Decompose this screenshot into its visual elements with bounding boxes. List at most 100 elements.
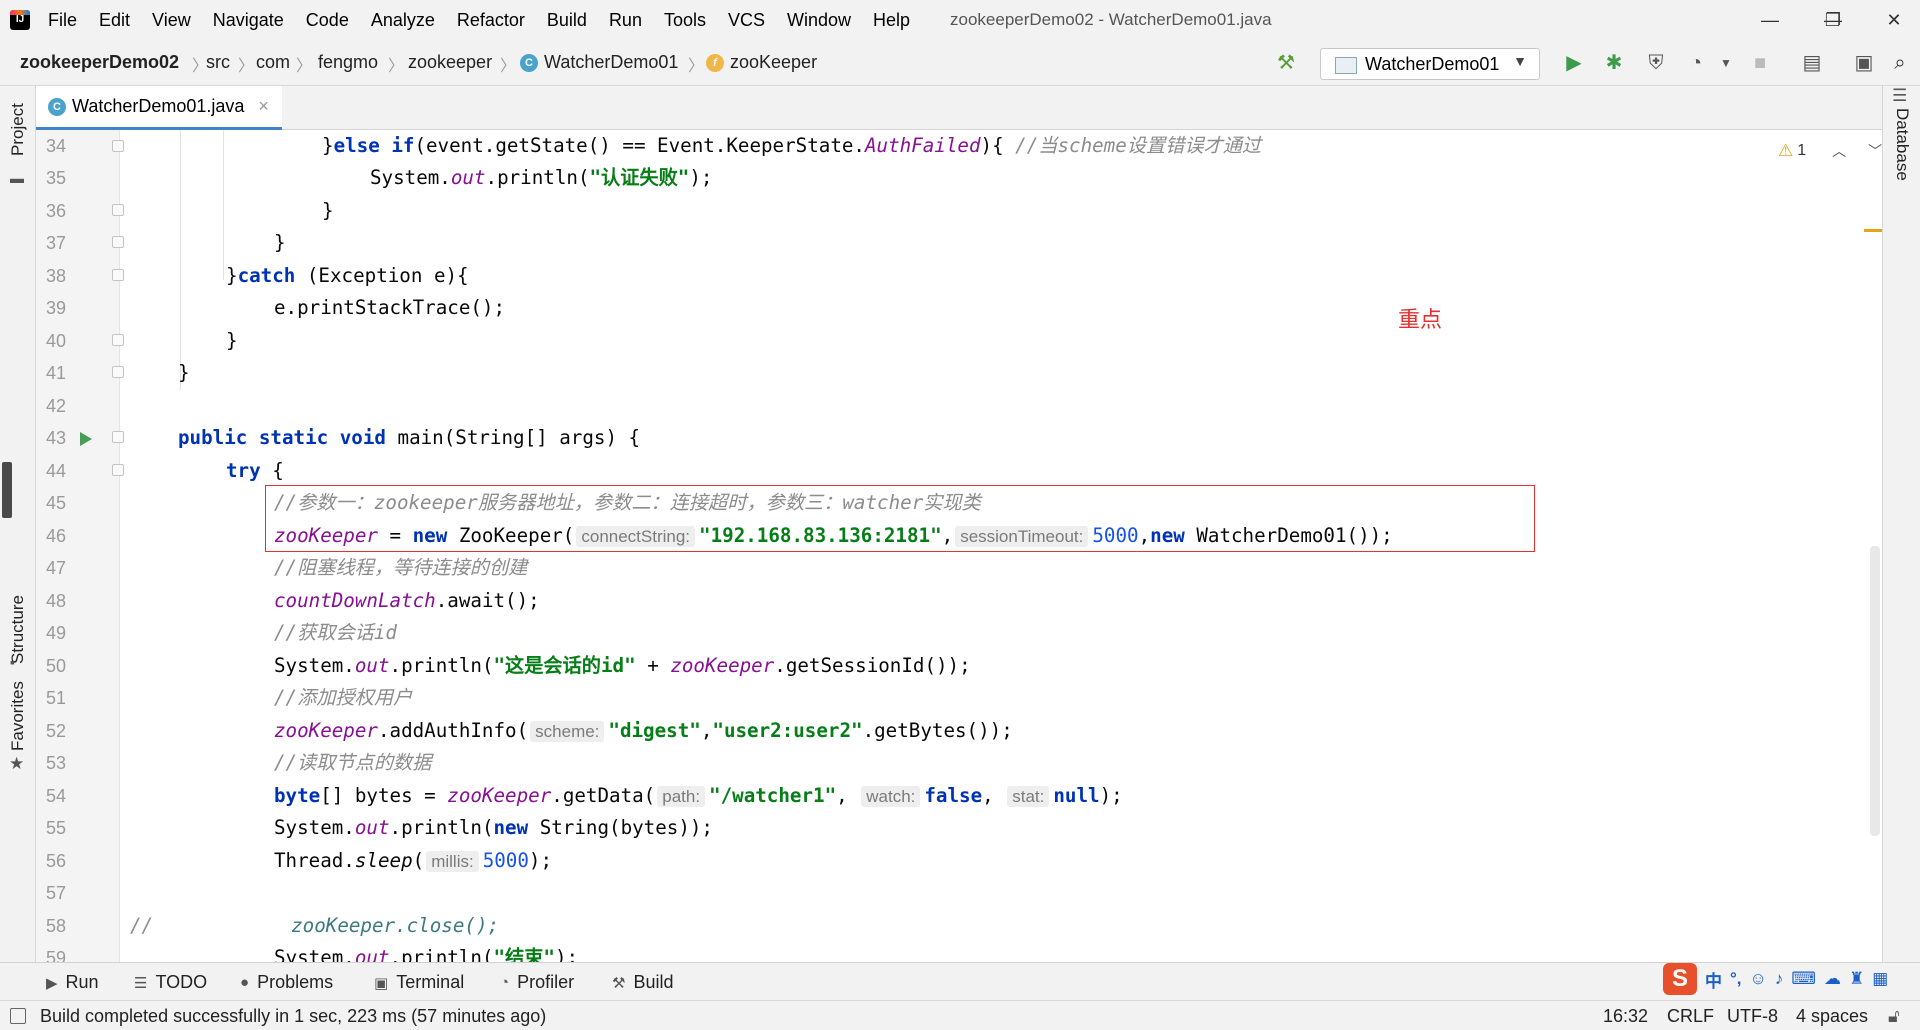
favorites-tool-button[interactable]: Favorites bbox=[8, 681, 28, 751]
code-line-39: e.printStackTrace(); bbox=[121, 292, 1882, 324]
profiler-tool-button[interactable]: ◔ Profiler bbox=[500, 972, 574, 993]
ime-toolbar[interactable]: S 中 °, ☺ ♪ ⌨ ☁ ♜ ▦ bbox=[1663, 960, 1920, 998]
code-comment: //阻塞线程，等待连接的创建 bbox=[274, 556, 528, 579]
caret-position[interactable]: 16:32 bbox=[1603, 1006, 1648, 1027]
breadcrumb-project[interactable]: zookeeperDemo02 bbox=[20, 52, 179, 73]
menu-help[interactable]: Help bbox=[873, 10, 910, 31]
status-frame-icon[interactable] bbox=[10, 1008, 26, 1024]
microphone-icon[interactable]: ♪ bbox=[1775, 969, 1784, 989]
menu-code[interactable]: Code bbox=[306, 10, 349, 31]
menu-refactor[interactable]: Refactor bbox=[457, 10, 525, 31]
parameter-hint: path: bbox=[657, 786, 706, 807]
skin-icon[interactable]: ☁ bbox=[1824, 969, 1841, 989]
vertical-scrollbar[interactable] bbox=[1870, 546, 1880, 836]
menu-run[interactable]: Run bbox=[609, 10, 642, 31]
menu-window[interactable]: Window bbox=[787, 10, 851, 31]
code-line-58: // zooKeeper.close(); bbox=[121, 910, 1882, 942]
breadcrumb-zookeeper[interactable]: zookeeper bbox=[408, 52, 492, 73]
build-tool-label: Build bbox=[633, 972, 674, 992]
maximize-button[interactable]: ❐ bbox=[1817, 6, 1849, 34]
code-token: out bbox=[450, 166, 486, 189]
code-token: System. bbox=[274, 946, 355, 962]
todo-tool-label: TODO bbox=[155, 972, 208, 992]
punctuation-icon[interactable]: °, bbox=[1730, 969, 1742, 989]
debug-icon[interactable]: ✱ bbox=[1602, 52, 1626, 74]
menu-edit[interactable]: Edit bbox=[99, 10, 130, 31]
menu-tools[interactable]: Tools bbox=[664, 10, 706, 31]
previous-highlight-icon[interactable]: ︿ bbox=[1832, 141, 1846, 161]
project-structure-icon[interactable]: ▤ bbox=[1800, 52, 1824, 74]
indent-setting[interactable]: 4 spaces bbox=[1796, 1006, 1868, 1027]
line-numbers bbox=[36, 130, 120, 962]
highlight-box bbox=[265, 485, 1535, 552]
run-anything-icon[interactable]: ▣ bbox=[1852, 52, 1876, 74]
grid-icon[interactable]: ▦ bbox=[1872, 969, 1888, 989]
search-icon[interactable]: ⌕ bbox=[1888, 52, 1912, 74]
breadcrumb-separator-icon: 〉 bbox=[688, 58, 705, 75]
tab-watcherdemo01[interactable]: C WatcherDemo01.java × bbox=[36, 86, 282, 130]
breadcrumb-src[interactable]: src bbox=[206, 52, 230, 73]
keyboard-icon[interactable]: ⌨ bbox=[1791, 969, 1816, 989]
breadcrumb-class[interactable]: C WatcherDemo01 bbox=[520, 52, 678, 73]
hammer-icon: ⚒ bbox=[612, 974, 626, 992]
stop-icon[interactable]: ■ bbox=[1748, 52, 1772, 74]
code-token: zooKeeper bbox=[274, 719, 378, 742]
code-string: "认证失败" bbox=[589, 166, 690, 189]
breadcrumb-fengmo[interactable]: fengmo bbox=[318, 52, 378, 73]
emoji-icon[interactable]: ☺ bbox=[1750, 969, 1767, 989]
run-configuration-select[interactable]: WatcherDemo01 ▼ bbox=[1320, 48, 1540, 80]
code-comment: //添加授权用户 bbox=[274, 686, 413, 709]
error-stripe-marker[interactable] bbox=[1864, 229, 1882, 232]
database-tool-button[interactable]: Database bbox=[1892, 108, 1912, 181]
inspection-widget[interactable]: ⚠ 1 ︿ ﹀ bbox=[1778, 141, 1882, 161]
code-string: "/watcher1" bbox=[709, 784, 837, 807]
breadcrumb-com[interactable]: com bbox=[256, 52, 290, 73]
next-highlight-icon[interactable]: ﹀ bbox=[1868, 141, 1882, 161]
status-bar: Build completed successfully in 1 sec, 2… bbox=[0, 1000, 1920, 1030]
menu-analyze[interactable]: Analyze bbox=[371, 10, 435, 31]
project-tool-button[interactable]: Project bbox=[8, 103, 28, 156]
code-token: System. bbox=[274, 816, 355, 839]
file-encoding[interactable]: UTF-8 bbox=[1727, 1006, 1778, 1027]
run-icon[interactable]: ▶ bbox=[1562, 52, 1586, 74]
problems-icon: ● bbox=[240, 974, 250, 991]
code-token: e.printStackTrace(); bbox=[274, 296, 506, 319]
menu-navigate[interactable]: Navigate bbox=[213, 10, 284, 31]
shirt-icon[interactable]: ♜ bbox=[1849, 969, 1864, 989]
code-token: } bbox=[178, 361, 190, 384]
close-window-button[interactable]: ✕ bbox=[1878, 6, 1910, 34]
todo-tool-button[interactable]: ☰ TODO bbox=[134, 972, 207, 993]
code-line-35: System.out.println("认证失败"); bbox=[121, 162, 1882, 194]
code-line-54: byte[] bytes = zooKeeper.getData(path: "/… bbox=[121, 780, 1882, 812]
close-tab-icon[interactable]: × bbox=[258, 96, 269, 117]
more-run-options-icon[interactable]: ▼ bbox=[1714, 52, 1738, 74]
chevron-down-icon: ▼ bbox=[1513, 53, 1527, 69]
status-message[interactable]: Build completed successfully in 1 sec, 2… bbox=[40, 1006, 546, 1027]
code-token: ); bbox=[554, 946, 579, 962]
terminal-tool-button[interactable]: ▣ Terminal bbox=[374, 972, 464, 993]
menu-build[interactable]: Build bbox=[547, 10, 587, 31]
breadcrumb-member-label: zooKeeper bbox=[730, 52, 818, 72]
build-tool-button[interactable]: ⚒ Build bbox=[612, 972, 673, 993]
profile-icon[interactable]: ◔ bbox=[1684, 52, 1708, 74]
breadcrumb-member[interactable]: f zooKeeper bbox=[706, 52, 817, 73]
menu-vcs[interactable]: VCS bbox=[728, 10, 765, 31]
editor-tab-bar: C WatcherDemo01.java × bbox=[36, 86, 1882, 130]
minimize-button-2[interactable]: — bbox=[1754, 6, 1786, 34]
code-string: "这是会话的id" bbox=[493, 654, 636, 677]
menu-file[interactable]: File bbox=[48, 10, 77, 31]
problems-tool-button[interactable]: ● Problems bbox=[240, 972, 333, 993]
code-token: catch bbox=[237, 264, 296, 287]
lock-icon[interactable]: 🔓︎ bbox=[1888, 1006, 1900, 1027]
code-token: AuthFailed bbox=[864, 134, 981, 157]
menu-bar: IJ File Edit View Navigate Code Analyze … bbox=[0, 0, 1920, 40]
run-tool-button[interactable]: ▶ Run bbox=[46, 972, 99, 993]
coverage-icon[interactable]: ⛨ bbox=[1644, 52, 1668, 74]
build-hammer-icon[interactable]: ⚒ bbox=[1274, 52, 1298, 74]
line-separator[interactable]: CRLF bbox=[1667, 1006, 1714, 1027]
code-token: zooKeeper bbox=[670, 654, 775, 677]
ime-language[interactable]: 中 bbox=[1705, 967, 1722, 992]
menu-view[interactable]: View bbox=[152, 10, 191, 31]
code-comment: //读取节点的数据 bbox=[274, 751, 432, 774]
